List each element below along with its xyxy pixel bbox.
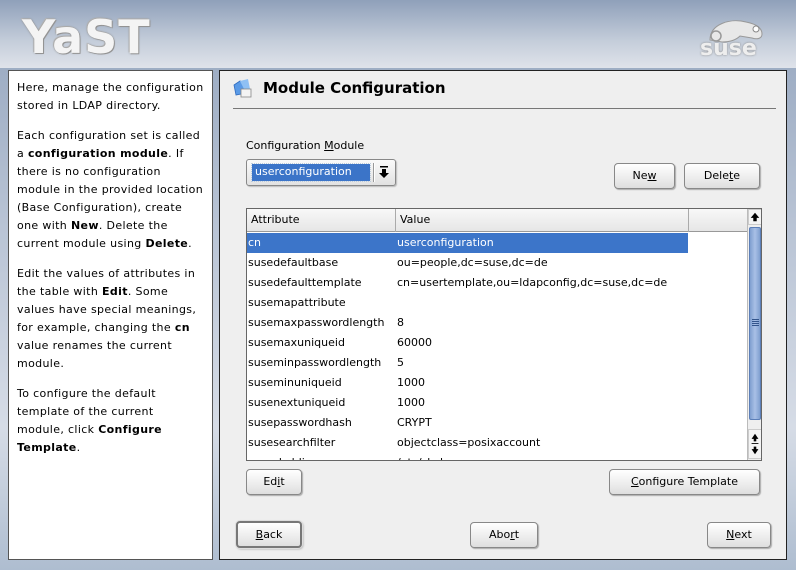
cell-attribute: cn [248, 236, 262, 249]
help-bold-text: New [70, 219, 99, 232]
scroll-up-down-arrows-icon[interactable] [748, 429, 762, 459]
help-bold-text: Edit [102, 285, 128, 298]
new-button[interactable]: New [614, 163, 675, 189]
cell-value: 5 [397, 356, 404, 369]
cell-attribute: suseminpasswordlength [248, 356, 382, 369]
help-paragraph: Here, manage the configuration stored in… [17, 79, 204, 115]
cell-attribute: susedefaulttemplate [248, 276, 362, 289]
help-paragraph: Each configuration set is called a confi… [17, 127, 204, 253]
table-row[interactable]: susenextuniqueid 1000 [247, 393, 747, 413]
help-text: value renames the current module. [17, 339, 172, 370]
dropdown-arrow-icon[interactable] [378, 165, 390, 179]
delete-button[interactable]: Delete [684, 163, 760, 189]
cell-value: 1000 [397, 376, 425, 389]
table-row[interactable]: susemapattribute [247, 293, 747, 313]
cell-attribute: susenextuniqueid [248, 396, 346, 409]
scroll-up-arrow-icon[interactable] [748, 209, 762, 225]
table-body: cn userconfiguration susedefaultbase ou=peo… [247, 233, 747, 460]
cell-value: /etc/skel [396, 453, 443, 460]
table-row[interactable]: susemaxpasswordlength 8 [247, 313, 747, 333]
yast-logo: YaST [22, 10, 151, 64]
cell-attribute: susedefaultbase [248, 256, 339, 269]
cell-attribute: susemaxpasswordlength [248, 316, 385, 329]
table-row[interactable]: cn userconfiguration [247, 233, 747, 253]
configuration-module-label: Configuration Module [246, 139, 365, 152]
table-scrollbar[interactable] [747, 209, 762, 460]
cell-value: CRYPT [397, 416, 432, 429]
cell-value: cn=usertemplate,ou=ldapconfig,dc=suse,dc… [397, 276, 668, 289]
help-text: . [188, 237, 192, 250]
cell-value: userconfiguration [397, 236, 494, 249]
configuration-module-selected: userconfiguration [251, 163, 371, 182]
cell-value: 60000 [397, 336, 432, 349]
combo-separator [373, 163, 375, 182]
cell-attribute: susemapattribute [248, 296, 346, 309]
help-bold-text: configuration module [27, 147, 169, 160]
cell-value: objectclass=posixaccount [397, 436, 541, 449]
help-text: Here, manage the configuration stored in… [17, 81, 204, 112]
table-header: Attribute Value [247, 209, 747, 232]
table-row[interactable]: susesearchfilter objectclass=posixaccount [247, 433, 747, 453]
help-paragraph: To configure the default template of the… [17, 385, 204, 457]
configure-template-button[interactable]: Configure Template [609, 469, 760, 495]
edit-button[interactable]: Edit [246, 469, 302, 495]
cell-attribute: susepasswordhash [248, 416, 352, 429]
table-row[interactable]: susepasswordhash CRYPT [247, 413, 747, 433]
next-button[interactable]: Next [707, 522, 771, 548]
column-header-filler [689, 209, 747, 232]
table-row[interactable]: suseskeldir/etc/skel [247, 453, 747, 460]
cell-attribute: susesearchfilter [248, 436, 336, 449]
ldap-config-icon [233, 79, 252, 98]
table-row[interactable]: suseminuniqueid 1000 [247, 373, 747, 393]
help-text: . [76, 441, 81, 454]
back-button[interactable]: Back [236, 521, 302, 548]
configuration-module-combobox[interactable]: userconfiguration [246, 159, 396, 186]
attributes-table[interactable]: Attribute Value cn userconfiguration sused… [246, 208, 762, 461]
column-header-attribute[interactable]: Attribute [247, 209, 396, 232]
cell-attribute: suseskeldir [247, 453, 309, 460]
suse-logo-text: suse [700, 36, 757, 61]
help-panel: Here, manage the configuration stored in… [8, 70, 213, 560]
title-divider [233, 108, 776, 109]
cell-value: 1000 [397, 396, 425, 409]
help-paragraph: Edit the values of attributes in the tab… [17, 265, 204, 373]
table-row[interactable]: susedefaultbase ou=people,dc=suse,dc=de [247, 253, 747, 273]
cell-attribute: susemaxuniqueid [248, 336, 345, 349]
scrollbar-grip [752, 319, 759, 327]
cell-value: 8 [397, 316, 404, 329]
table-row[interactable]: suseminpasswordlength 5 [247, 353, 747, 373]
yast-banner: YaST suse [0, 0, 796, 68]
scrollbar-thumb[interactable] [749, 227, 761, 420]
table-row[interactable]: susedefaulttemplate cn=usertemplate,ou=ld… [247, 273, 747, 293]
help-bold-text: cn [174, 321, 190, 334]
cell-attribute: suseminuniqueid [248, 376, 342, 389]
page-title: Module Configuration [263, 79, 446, 97]
table-row[interactable]: susemaxuniqueid 60000 [247, 333, 747, 353]
column-header-value[interactable]: Value [396, 209, 689, 232]
cell-value: ou=people,dc=suse,dc=de [397, 256, 548, 269]
main-panel: Module Configuration Configuration Modul… [219, 70, 787, 560]
help-bold-text: Delete [145, 237, 189, 250]
abort-button[interactable]: Abort [470, 522, 538, 548]
